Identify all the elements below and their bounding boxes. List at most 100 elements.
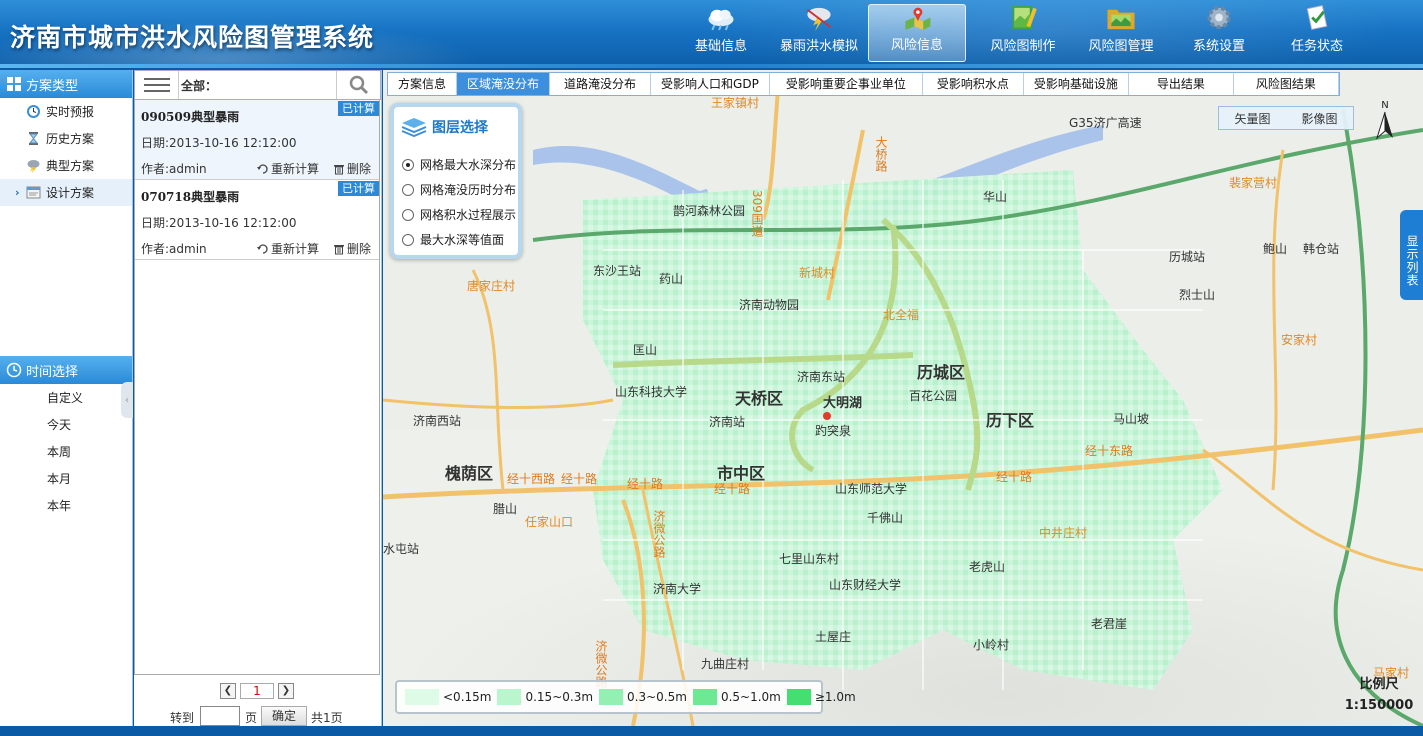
place-label: 山东师范大学 — [835, 482, 908, 496]
trash-icon — [334, 164, 344, 174]
layer-option-label: 最大水深等值面 — [420, 233, 505, 247]
scheme-item-typical[interactable]: 典型方案 — [0, 152, 132, 179]
scheme-item-design[interactable]: › 设计方案 — [0, 179, 132, 206]
layer-option-depth-contour[interactable]: 最大水深等值面 — [402, 231, 504, 248]
place-label: 鲍山 — [1263, 242, 1288, 256]
tab-road-flood[interactable]: 道路淹没分布 — [550, 73, 652, 95]
layer-select-panel: 图层选择 网格最大水深分布 网格淹没历时分布 网格积水过程展示 最大水深等值面 — [390, 103, 522, 259]
place-label: 济南大学 — [653, 582, 702, 596]
place-label: 马山坡 — [1113, 412, 1150, 426]
scheme-date: 日期:2013-10-16 12:12:00 — [141, 136, 297, 150]
delete-label: 删除 — [347, 162, 372, 176]
status-bar — [0, 726, 1423, 736]
list-item[interactable]: 090509典型暴雨 已计算 日期:2013-10-16 12:12:00 作者… — [135, 100, 379, 180]
next-page-button[interactable]: ❯ — [278, 683, 294, 699]
village-label: 任家山口 — [525, 515, 574, 529]
nav-label: 风险信息 — [890, 38, 943, 53]
recalculate-button[interactable]: 重新计算 — [257, 160, 319, 177]
village-label: 中井庄村 — [1039, 526, 1088, 540]
legend-label: 0.15~0.3m — [525, 690, 594, 704]
radio-unselected[interactable] — [402, 208, 414, 221]
search-button[interactable] — [336, 71, 380, 99]
time-item-today[interactable]: 今天 — [0, 411, 132, 438]
legend-swatch — [786, 689, 811, 705]
filter-select[interactable]: 全部： — [179, 77, 336, 94]
scheme-type-header[interactable]: 方案类型 — [0, 70, 132, 98]
recalculate-button[interactable]: 重新计算 — [257, 240, 319, 257]
nav-storm-sim[interactable]: 暴雨洪水模拟 — [766, 4, 872, 62]
header: 济南市城市洪水风险图管理系统 基础信息 暴雨洪水模拟 风险信息 风险图制作 风险… — [0, 0, 1423, 68]
map-pin-icon — [905, 7, 931, 30]
map-canvas[interactable] — [383, 70, 1423, 726]
place-label: 东沙王站 — [593, 264, 642, 278]
storm-icon — [806, 7, 832, 31]
time-item-custom[interactable]: 自定义 — [0, 384, 132, 411]
vector-map-button[interactable]: 矢量图 — [1234, 110, 1270, 127]
radio-selected[interactable] — [402, 158, 414, 171]
map-view[interactable]: 天桥区 历城区 历下区 市中区 槐荫区 东沙王站 药山 济南动物园 匡山 山东科… — [383, 70, 1423, 726]
nav-map-making[interactable]: 风险图制作 — [970, 4, 1076, 62]
time-item-month[interactable]: 本月 — [0, 465, 132, 492]
tab-infrastructure[interactable]: 受影响基础设施 — [1024, 73, 1129, 95]
place-label: 药山 — [659, 272, 684, 286]
layer-option-flood-duration[interactable]: 网格淹没历时分布 — [402, 181, 516, 198]
delete-button[interactable]: 删除 — [333, 160, 371, 177]
scheme-author: 作者:admin — [141, 162, 207, 176]
nav-map-manage[interactable]: 风险图管理 — [1068, 4, 1174, 62]
tab-risk-map-results[interactable]: 风险图结果 — [1234, 73, 1339, 95]
prev-page-button[interactable]: ❮ — [220, 683, 236, 699]
legend-item: 0.5~1.0m — [692, 688, 785, 706]
layer-option-max-depth[interactable]: 网格最大水深分布 — [402, 156, 516, 173]
legend-item: 0.15~0.3m — [497, 688, 597, 706]
status-badge: 已计算 — [338, 181, 379, 196]
time-select-header[interactable]: 时间选择 — [0, 356, 132, 384]
time-item-year[interactable]: 本年 — [0, 492, 132, 519]
legend-item: <0.15m — [405, 688, 495, 706]
district-label: 槐荫区 — [445, 464, 494, 483]
scheme-date: 日期:2013-10-16 12:12:00 — [141, 216, 297, 230]
show-list-tab[interactable]: 显示列表 — [1400, 210, 1423, 300]
layer-option-ponding-process[interactable]: 网格积水过程展示 — [402, 206, 516, 223]
tab-population-gdp[interactable]: 受影响人口和GDP — [651, 73, 770, 95]
village-label: 唐家庄村 — [467, 279, 516, 293]
delete-label: 删除 — [347, 242, 372, 256]
hourglass-icon — [28, 132, 39, 145]
page-number-input[interactable] — [200, 706, 240, 726]
village-label: 裴家营村 — [1229, 176, 1278, 190]
nav-risk-info[interactable]: 风险信息 — [868, 4, 966, 62]
tab-key-enterprises[interactable]: 受影响重要企事业单位 — [770, 73, 923, 95]
time-item-week[interactable]: 本周 — [0, 438, 132, 465]
scheme-item-realtime[interactable]: 实时预报 — [0, 98, 132, 125]
refresh-icon — [257, 163, 268, 174]
legend-label: <0.15m — [443, 690, 492, 704]
radio-unselected[interactable] — [402, 183, 414, 196]
tab-area-flood[interactable]: 区域淹没分布 — [457, 73, 551, 95]
layer-option-label: 网格淹没历时分布 — [420, 183, 517, 197]
village-label: 王家镇村 — [711, 96, 760, 110]
tab-waterlogging-points[interactable]: 受影响积水点 — [923, 73, 1024, 95]
place-label: 老虎山 — [969, 560, 1006, 574]
scheme-title: 070718典型暴雨 — [141, 190, 240, 204]
list-item[interactable]: 070718典型暴雨 已计算 日期:2013-10-16 12:12:00 作者… — [135, 180, 379, 260]
nav-basic-info[interactable]: 基础信息 — [668, 4, 774, 62]
basemap-switcher: 矢量图 影像图 — [1218, 106, 1354, 130]
legend-swatch — [497, 689, 522, 705]
road-label: 大桥路 — [874, 136, 888, 172]
nav-system-settings[interactable]: 系统设置 — [1166, 4, 1272, 62]
time-select-panel: 时间选择 自定义 今天 本周 本月 本年 — [0, 356, 132, 519]
delete-button[interactable]: 删除 — [333, 240, 371, 257]
tab-export-results[interactable]: 导出结果 — [1129, 73, 1234, 95]
menu-icon[interactable] — [135, 71, 179, 99]
legend-item: ≥1.0m — [786, 688, 860, 706]
radio-unselected[interactable] — [402, 233, 414, 246]
confirm-page-button[interactable]: 确定 — [261, 706, 307, 726]
collapse-handle[interactable]: ‹ — [121, 382, 133, 418]
nav-label: 风险图管理 — [1088, 39, 1154, 54]
app-title: 济南市城市洪水风险图管理系统 — [10, 23, 375, 52]
imagery-map-button[interactable]: 影像图 — [1301, 110, 1337, 127]
place-label: 韩仓站 — [1303, 242, 1340, 256]
nav-task-status[interactable]: 任务状态 — [1264, 4, 1370, 62]
scheme-item-history[interactable]: 历史方案 — [0, 125, 132, 152]
place-label: 腊山 — [493, 502, 518, 516]
tab-scheme-info[interactable]: 方案信息 — [388, 73, 458, 95]
